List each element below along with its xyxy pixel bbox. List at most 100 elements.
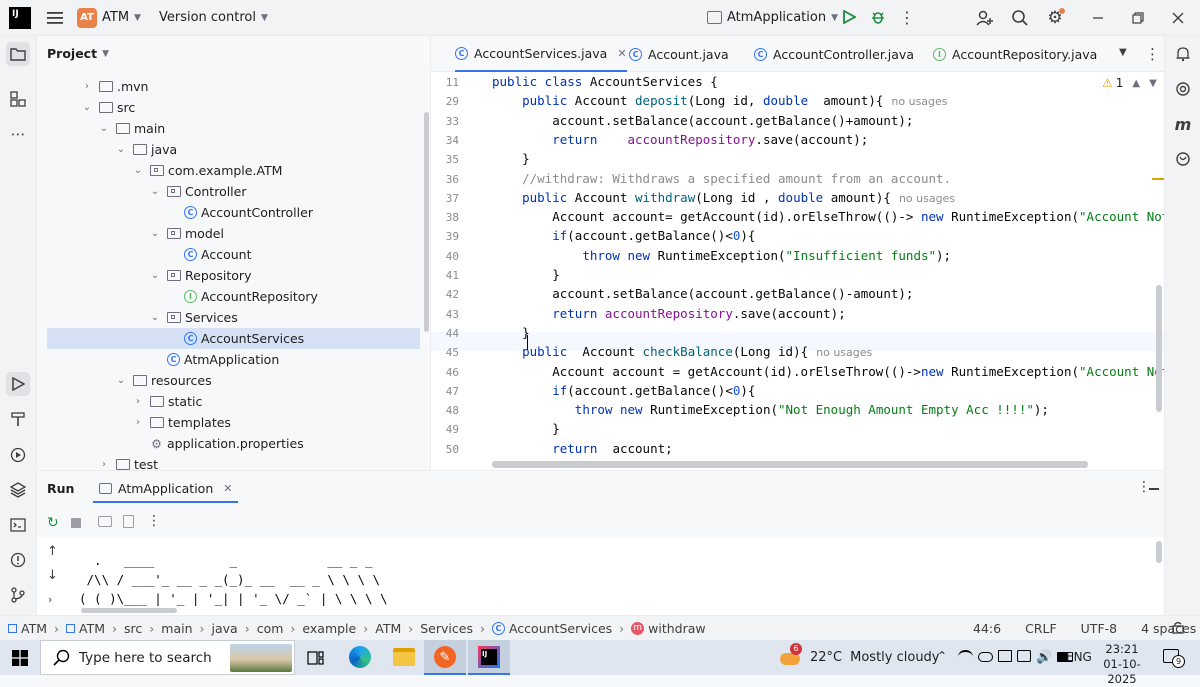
code-line[interactable]: public class AccountServices { bbox=[492, 74, 718, 89]
project-panel-header[interactable]: Project ▼ bbox=[47, 46, 109, 61]
lock-icon[interactable] bbox=[1172, 621, 1184, 634]
chevron-down-icon[interactable]: ⌄ bbox=[149, 270, 161, 281]
run-icon[interactable] bbox=[840, 8, 858, 26]
chevron-down-icon[interactable]: ⌄ bbox=[149, 228, 161, 239]
taskbar-intellij-icon[interactable]: IJ bbox=[468, 640, 510, 675]
scroll-up-arrow-icon[interactable]: ↑ bbox=[47, 544, 58, 559]
tabs-more-icon[interactable]: ⋮ bbox=[1145, 45, 1160, 63]
breadcrumb-item[interactable]: AccountServices bbox=[509, 621, 612, 636]
breadcrumb-item[interactable]: ATM bbox=[21, 621, 47, 636]
services-icon[interactable] bbox=[6, 443, 30, 467]
breadcrumb-item[interactable]: src bbox=[124, 621, 142, 636]
terminal-icon[interactable] bbox=[6, 513, 30, 537]
tree-item[interactable]: ⌄ src bbox=[81, 97, 135, 118]
debug-icon[interactable] bbox=[869, 8, 887, 26]
tree-item[interactable]: ⌄ Controller bbox=[149, 181, 247, 202]
breadcrumb-item[interactable]: ATM bbox=[79, 621, 105, 636]
chevron-right-icon[interactable]: › bbox=[132, 417, 144, 428]
copilot-icon[interactable] bbox=[1171, 147, 1195, 171]
tree-item[interactable]: › .mvn bbox=[81, 76, 148, 97]
tree-item[interactable]: ⚙ application.properties bbox=[132, 433, 304, 454]
language-indicator[interactable]: ENG bbox=[1066, 650, 1092, 664]
chevron-right-icon[interactable]: › bbox=[132, 396, 144, 407]
chevron-right-icon[interactable]: › bbox=[81, 81, 93, 92]
code-line[interactable]: //withdraw: Withdraws a specified amount… bbox=[492, 171, 951, 186]
camera-icon[interactable] bbox=[98, 516, 112, 527]
chevron-down-icon[interactable]: ⌄ bbox=[115, 375, 127, 386]
more-tools-icon[interactable]: ⋯ bbox=[6, 122, 30, 146]
tree-item[interactable]: C AtmApplication bbox=[149, 349, 279, 370]
console-h-scrollbar[interactable] bbox=[81, 608, 177, 613]
code-line[interactable]: return accountRepository.save(account); bbox=[492, 132, 868, 147]
restore-icon[interactable] bbox=[1128, 8, 1148, 28]
chevron-down-icon[interactable]: ⌄ bbox=[132, 165, 144, 176]
line-separator[interactable]: CRLF bbox=[1025, 621, 1057, 636]
run-tab[interactable]: AtmApplication ✕ bbox=[93, 475, 239, 503]
editor-tab[interactable]: C Account.java bbox=[629, 36, 729, 72]
chevron-down-icon[interactable]: ⌄ bbox=[98, 123, 110, 134]
console-scrollbar[interactable] bbox=[1156, 541, 1162, 563]
tree-item[interactable]: I AccountRepository bbox=[166, 286, 318, 307]
code-editor[interactable]: 11 public class AccountServices {29 publi… bbox=[431, 72, 1164, 470]
weather-widget[interactable]: 6 22°C Mostly cloudy bbox=[780, 640, 940, 675]
edge-browser-icon[interactable] bbox=[349, 646, 371, 668]
scroll-down-arrow-icon[interactable]: ↓ bbox=[47, 568, 58, 583]
code-line[interactable]: } bbox=[492, 325, 530, 340]
stop-icon[interactable] bbox=[71, 518, 81, 528]
vcs-menu[interactable]: Version control ▼ bbox=[159, 10, 268, 25]
tabs-overflow-chevron-icon[interactable]: ▼ bbox=[1119, 47, 1127, 58]
chevron-down-icon[interactable]: ⌄ bbox=[149, 186, 161, 197]
tree-item[interactable]: ⌄ Repository bbox=[149, 265, 252, 286]
tree-item[interactable]: C AccountServices bbox=[47, 328, 420, 349]
maven-icon[interactable]: m bbox=[1171, 112, 1195, 136]
cloud-icon[interactable] bbox=[978, 652, 993, 662]
notification-center-icon[interactable]: 9 bbox=[1163, 649, 1185, 668]
breadcrumb-item[interactable]: java bbox=[212, 621, 238, 636]
code-line[interactable]: } bbox=[492, 151, 530, 166]
code-line[interactable]: account.setBalance(account.getBalance()-… bbox=[492, 286, 913, 301]
editor-vertical-scrollbar[interactable] bbox=[1156, 285, 1162, 412]
panel-minimize-icon[interactable] bbox=[1149, 488, 1159, 490]
tree-item[interactable]: C Account bbox=[166, 244, 251, 265]
windows-start-icon[interactable] bbox=[12, 650, 28, 666]
ai-assistant-icon[interactable] bbox=[1171, 77, 1195, 101]
editor-tab[interactable]: I AccountRepository.java bbox=[933, 36, 1097, 72]
notifications-bell-icon[interactable] bbox=[1171, 42, 1195, 66]
code-line[interactable]: Account account= getAccount(id).orElseTh… bbox=[492, 209, 1164, 224]
editor-tab[interactable]: C AccountController.java bbox=[754, 36, 914, 72]
tray-chevron-up-icon[interactable]: ⌃ bbox=[937, 649, 947, 663]
tree-item[interactable]: ⌄ Services bbox=[149, 307, 238, 328]
layers-icon[interactable] bbox=[6, 478, 30, 502]
expand-chevron-icon[interactable]: › bbox=[48, 593, 52, 606]
rerun-icon[interactable]: ↻ bbox=[47, 515, 59, 531]
code-line[interactable]: return accountRepository.save(account); bbox=[492, 306, 846, 321]
tree-scrollbar[interactable] bbox=[424, 112, 429, 332]
tree-item[interactable]: › static bbox=[132, 391, 202, 412]
breadcrumb-item[interactable]: ATM bbox=[375, 621, 401, 636]
file-encoding[interactable]: UTF-8 bbox=[1081, 621, 1117, 636]
tree-item[interactable]: ⌄ com.example.ATM bbox=[132, 160, 283, 181]
network-icon[interactable] bbox=[1017, 650, 1031, 662]
tree-item[interactable]: ⌄ main bbox=[98, 118, 165, 139]
tree-item[interactable]: ⌄ java bbox=[115, 139, 177, 160]
project-switcher[interactable]: AT ATM ▼ bbox=[77, 7, 141, 28]
tree-item[interactable]: C AccountController bbox=[166, 202, 313, 223]
file-explorer-icon[interactable] bbox=[393, 648, 415, 666]
wifi-icon[interactable] bbox=[958, 650, 973, 664]
code-line[interactable]: throw new RuntimeException("Insufficient… bbox=[492, 248, 951, 263]
tree-item[interactable]: ⌄ resources bbox=[115, 370, 212, 391]
code-line[interactable]: account.setBalance(account.getBalance()+… bbox=[492, 113, 913, 128]
panel-more-icon[interactable]: ⋮ bbox=[1137, 479, 1151, 495]
run-tool-icon[interactable] bbox=[6, 372, 30, 396]
code-line[interactable]: if(account.getBalance()<0){ bbox=[492, 228, 755, 243]
code-line[interactable]: public Account deposit(Long id, double a… bbox=[492, 93, 947, 108]
search-icon[interactable] bbox=[1010, 8, 1030, 28]
task-view-icon[interactable] bbox=[307, 650, 325, 666]
code-line[interactable]: public Account withdraw(Long id , double… bbox=[492, 190, 955, 205]
more-actions-icon[interactable]: ⋮ bbox=[899, 8, 915, 27]
indent-setting[interactable]: 4 spaces bbox=[1141, 621, 1196, 636]
breadcrumb-item[interactable]: main bbox=[161, 621, 192, 636]
structure-icon[interactable] bbox=[6, 87, 30, 111]
breadcrumb-item[interactable]: Services bbox=[420, 621, 473, 636]
chevron-right-icon[interactable]: › bbox=[98, 459, 110, 470]
